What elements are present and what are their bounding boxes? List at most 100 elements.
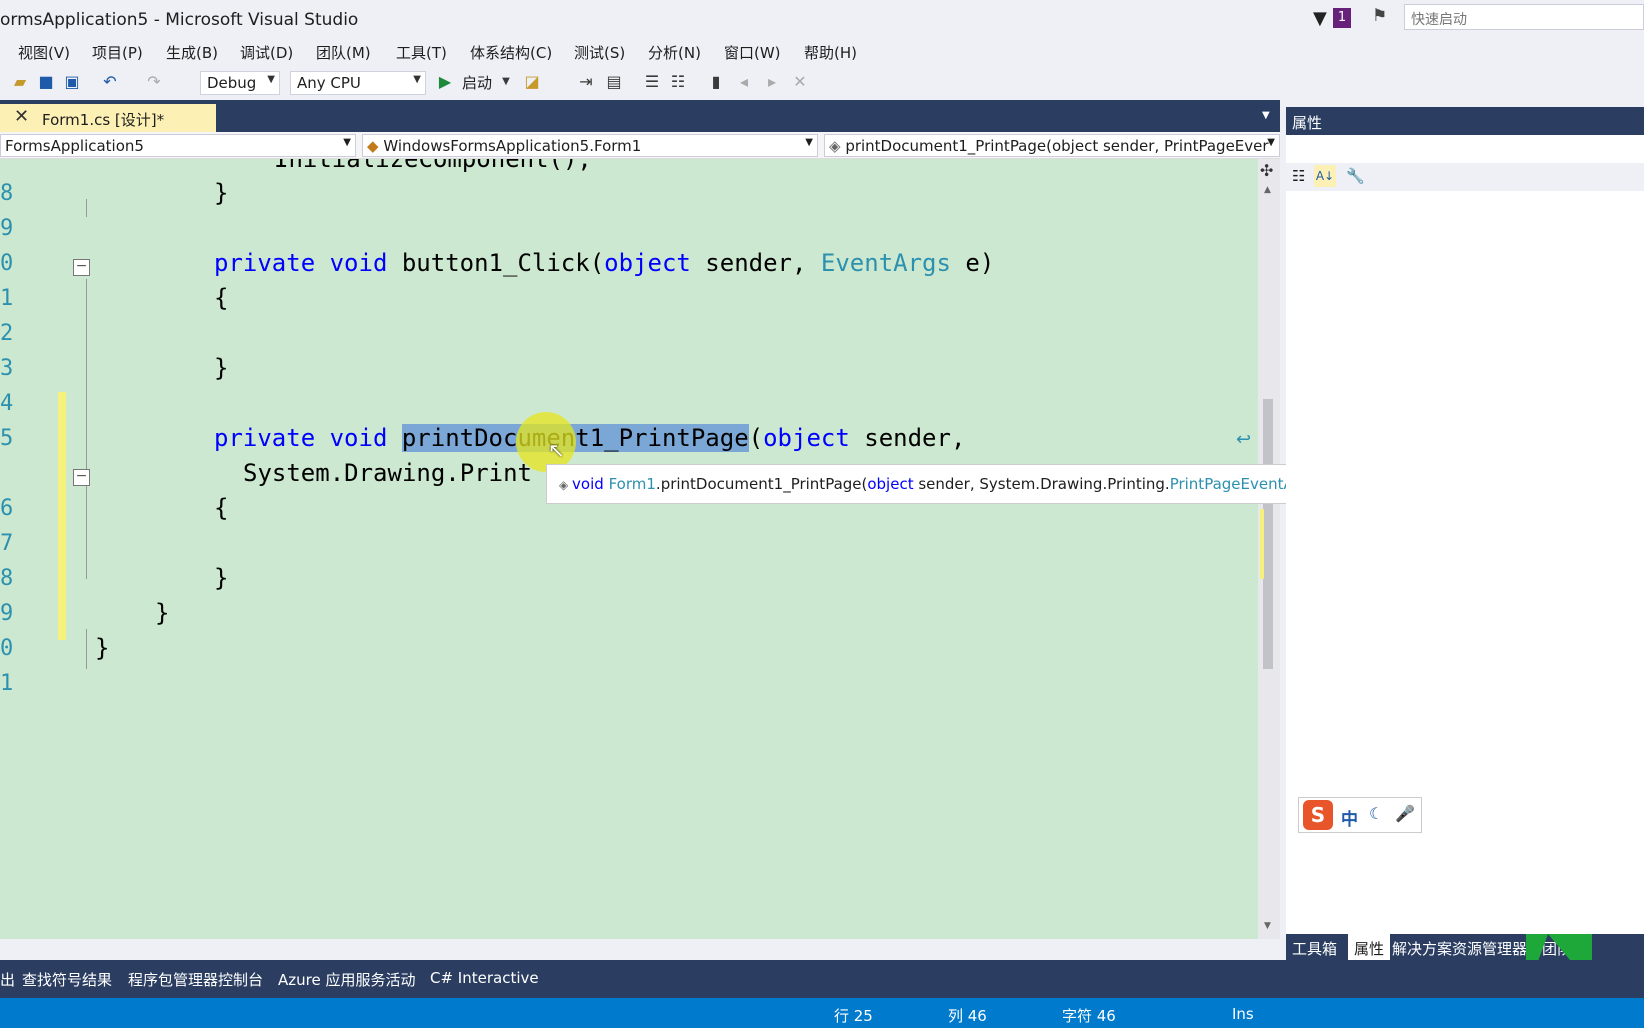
wrench-icon[interactable]: 🔧: [1346, 167, 1365, 185]
tab-form1-design[interactable]: Form1.cs [设计]*: [0, 104, 216, 132]
chevron-down-icon[interactable]: ▼: [496, 72, 516, 92]
code-line-button1-click: private void button1_Click(object sender…: [214, 249, 994, 277]
properties-title: 属性: [1286, 107, 1644, 135]
class-dropdown[interactable]: ◆ WindowsFormsApplication5.Form1 ▼: [362, 134, 818, 157]
cursor-highlight: [516, 412, 576, 472]
config-dropdown[interactable]: Debug ▼: [200, 71, 280, 95]
status-line: 行 25: [834, 1007, 873, 1025]
outdent-icon[interactable]: ☷: [668, 72, 688, 92]
menu-test[interactable]: 测试(S): [574, 42, 625, 63]
bookmark-icon[interactable]: ▮: [706, 72, 726, 92]
notification-badge[interactable]: 1: [1333, 8, 1351, 28]
ime-toolbar[interactable]: S 中 ☾ 🎤: [1298, 797, 1422, 833]
platform-dropdown[interactable]: Any CPU ▼: [290, 71, 426, 95]
indent-guide: [86, 629, 87, 669]
platform-value: Any CPU: [297, 74, 361, 92]
collapse-toggle[interactable]: −: [73, 259, 90, 276]
keyword: void: [329, 249, 388, 277]
start-button[interactable]: 启动: [462, 72, 492, 93]
keyword: private: [214, 249, 316, 277]
quick-launch-input[interactable]: 快速启动: [1404, 4, 1644, 30]
status-bar: 行 25 列 46 字符 46 Ins: [0, 998, 1644, 1028]
code-brace: {: [214, 284, 229, 312]
line-number: 0: [0, 636, 14, 661]
ime-language[interactable]: 中: [1341, 805, 1358, 830]
indent-guide: [86, 199, 87, 217]
chevron-down-icon[interactable]: ▼: [1262, 110, 1270, 121]
menu-tools[interactable]: 工具(T): [396, 42, 447, 63]
menu-team[interactable]: 团队(M): [316, 42, 371, 63]
member-dropdown[interactable]: ◈ printDocument1_PrintPage(object sender…: [824, 134, 1280, 157]
tab-csharp-interactive[interactable]: C# Interactive: [430, 969, 539, 987]
line-number: 4: [0, 391, 14, 416]
method-icon: ◈: [559, 478, 573, 492]
status-char: 字符 46: [1062, 1007, 1116, 1025]
tab-package-manager-console[interactable]: 程序包管理器控制台: [128, 969, 263, 990]
menu-project[interactable]: 项目(P): [92, 42, 143, 63]
line-number: 1: [0, 671, 14, 696]
scroll-down-icon[interactable]: ▼: [1264, 921, 1271, 931]
indent-icon[interactable]: ☰: [642, 72, 662, 92]
code-editor[interactable]: InitializeComponent(); 8 } 9 0 − private…: [0, 159, 1258, 939]
status-insert-mode: Ins: [1232, 1005, 1254, 1023]
status-column: 列 46: [948, 1007, 987, 1025]
chevron-down-icon: ▼: [267, 74, 275, 85]
filter-icon[interactable]: ▼: [1313, 8, 1327, 29]
open-file-icon[interactable]: ▰: [10, 72, 30, 92]
project-dropdown[interactable]: FormsApplication5 ▼: [0, 134, 356, 157]
scroll-thumb[interactable]: [1263, 399, 1273, 669]
find-icon[interactable]: ◪: [522, 72, 542, 92]
code-brace: }: [95, 634, 110, 662]
tooltip-class: Form1: [608, 475, 656, 493]
menu-analyze[interactable]: 分析(N): [648, 42, 701, 63]
keyword: object: [604, 249, 691, 277]
menu-architecture[interactable]: 体系结构(C): [470, 42, 552, 63]
tab-output[interactable]: 出: [0, 969, 15, 990]
tooltip-keyword: object: [867, 475, 914, 493]
tooltip-return-type: void: [572, 475, 604, 493]
line-number: 1: [0, 286, 14, 311]
chevron-down-icon: ▼: [343, 137, 351, 148]
menu-window[interactable]: 窗口(W): [724, 42, 781, 63]
step-icon[interactable]: ⇥: [576, 72, 596, 92]
alphabetical-icon[interactable]: A↓: [1314, 165, 1336, 187]
play-icon[interactable]: ▶: [435, 72, 455, 92]
navigation-bar: FormsApplication5 ▼ ◆ WindowsFormsApplica…: [0, 132, 1280, 159]
close-icon[interactable]: ✕: [14, 106, 29, 127]
chevron-down-icon: ▼: [1267, 137, 1275, 148]
menu-build[interactable]: 生成(B): [166, 42, 218, 63]
output-tabs: 出 查找符号结果 程序包管理器控制台 Azure 应用服务活动 C# Inter…: [0, 960, 1644, 998]
menu-debug[interactable]: 调试(D): [240, 42, 293, 63]
tab-properties[interactable]: 属性: [1348, 934, 1391, 963]
feedback-icon[interactable]: ⚑: [1372, 6, 1387, 26]
vertical-scrollbar[interactable]: ✣ ▲ ▼: [1258, 159, 1280, 939]
chevron-down-icon: ▼: [413, 74, 421, 85]
collapse-toggle[interactable]: −: [73, 469, 90, 486]
layout-icon[interactable]: ▤: [604, 72, 624, 92]
microphone-icon[interactable]: 🎤: [1395, 804, 1415, 823]
redo-icon[interactable]: ↷: [144, 72, 164, 92]
type-name: EventArgs: [820, 249, 951, 277]
line-number: 3: [0, 356, 14, 381]
tab-find-symbol-results[interactable]: 查找符号结果: [22, 969, 112, 990]
split-icon[interactable]: ✣: [1260, 161, 1273, 180]
quick-info-tooltip: ◈ void Form1.printDocument1_PrintPage(ob…: [546, 464, 1343, 504]
change-tracking-bar: [58, 392, 66, 640]
tab-azure-app-service[interactable]: Azure 应用服务活动: [278, 969, 415, 990]
menu-view[interactable]: 视图(V): [18, 42, 70, 63]
tab-solution-explorer[interactable]: 解决方案资源管理器: [1392, 938, 1527, 959]
clear-bookmarks-icon[interactable]: ✕: [790, 72, 810, 92]
prev-bookmark-icon[interactable]: ◂: [734, 72, 754, 92]
undo-icon[interactable]: ↶: [100, 72, 120, 92]
tab-toolbox[interactable]: 工具箱: [1292, 938, 1337, 959]
save-icon[interactable]: ■: [36, 72, 56, 92]
save-all-icon[interactable]: ▣: [62, 72, 82, 92]
method-icon: ◈: [829, 137, 846, 155]
moon-icon[interactable]: ☾: [1369, 804, 1383, 823]
next-bookmark-icon[interactable]: ▸: [762, 72, 782, 92]
change-marker: [1260, 509, 1264, 579]
categorized-icon[interactable]: ☷: [1292, 167, 1305, 185]
menu-help[interactable]: 帮助(H): [804, 42, 857, 63]
config-value: Debug: [207, 74, 257, 92]
scroll-up-icon[interactable]: ▲: [1264, 185, 1271, 195]
